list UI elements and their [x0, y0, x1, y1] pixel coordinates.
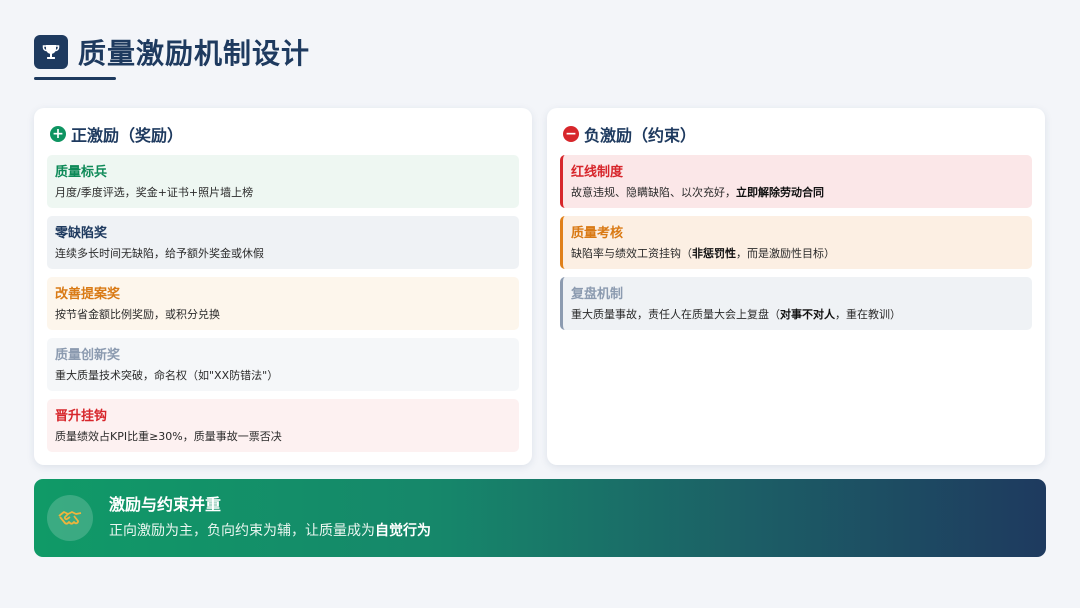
item-title: 晋升挂钩 [55, 409, 108, 424]
item-title: 零缺陷奖 [55, 226, 108, 241]
list-item: 质量创新奖 重大质量技术突破，命名权（如"XX防错法"） [47, 338, 519, 391]
banner-subtitle: 正向激励为主，负向约束为辅，让质量成为自觉行为 [109, 520, 431, 542]
item-desc: 质量绩效占KPI比重≥30%，质量事故一票否决 [55, 430, 282, 443]
item-desc: 故意违规、隐瞒缺陷、以次充好，立即解除劳动合同 [571, 184, 1024, 202]
banner-title: 激励与约束并重 [109, 495, 222, 514]
item-title: 质量考核 [571, 226, 624, 241]
card-header: − 负激励（约束） [563, 123, 1032, 145]
item-title: 质量标兵 [55, 165, 108, 180]
desc-emphasis: 非惩罚性 [692, 247, 736, 260]
negative-incentive-card: − 负激励（约束） 红线制度 故意违规、隐瞒缺陷、以次充好，立即解除劳动合同 质… [547, 108, 1045, 465]
item-desc: 按节省金额比例奖励，或积分兑换 [55, 308, 220, 321]
list-item: 红线制度 故意违规、隐瞒缺陷、以次充好，立即解除劳动合同 [560, 155, 1032, 208]
handshake-icon [47, 495, 93, 541]
item-desc: 重大质量技术突破，命名权（如"XX防错法"） [55, 369, 279, 382]
summary-banner: 激励与约束并重 正向激励为主，负向约束为辅，让质量成为自觉行为 [34, 479, 1046, 557]
list-item: 改善提案奖 按节省金额比例奖励，或积分兑换 [47, 277, 519, 330]
list-item: 晋升挂钩 质量绩效占KPI比重≥30%，质量事故一票否决 [47, 399, 519, 452]
list-item: 零缺陷奖 连续多长时间无缺陷，给予额外奖金或休假 [47, 216, 519, 269]
item-desc: 月度/季度评选，奖金+证书+照片墙上榜 [55, 186, 254, 199]
item-title: 红线制度 [571, 165, 624, 180]
banner-sub-emphasis: 自觉行为 [375, 523, 431, 539]
card-title: 正激励（奖励） [71, 126, 184, 145]
trophy-icon [34, 35, 68, 69]
item-desc: 连续多长时间无缺陷，给予额外奖金或休假 [55, 247, 264, 260]
page-header: 质量激励机制设计 [34, 32, 310, 72]
item-title: 改善提案奖 [55, 287, 121, 302]
desc-text: 缺陷率与绩效工资挂钩（ [571, 247, 692, 260]
minus-circle-icon: − [563, 126, 579, 142]
desc-emphasis: 立即解除劳动合同 [736, 186, 824, 199]
desc-emphasis: 对事不对人 [780, 308, 835, 321]
item-title: 复盘机制 [571, 287, 624, 302]
banner-sub-text: 正向激励为主，负向约束为辅，让质量成为 [109, 523, 375, 539]
list-item: 质量标兵 月度/季度评选，奖金+证书+照片墙上榜 [47, 155, 519, 208]
banner-text: 激励与约束并重 正向激励为主，负向约束为辅，让质量成为自觉行为 [109, 494, 431, 542]
page-title: 质量激励机制设计 [78, 37, 311, 70]
card-header: + 正激励（奖励） [50, 123, 519, 145]
desc-text: ，而是激励性目标） [736, 247, 835, 260]
desc-text: ，重在教训） [835, 308, 901, 321]
item-desc: 重大质量事故，责任人在质量大会上复盘（对事不对人，重在教训） [571, 306, 1024, 324]
desc-text: 重大质量事故，责任人在质量大会上复盘（ [571, 308, 780, 321]
plus-circle-icon: + [50, 126, 66, 142]
title-underline [34, 77, 116, 80]
item-title: 质量创新奖 [55, 348, 121, 363]
list-item: 复盘机制 重大质量事故，责任人在质量大会上复盘（对事不对人，重在教训） [560, 277, 1032, 330]
positive-incentive-card: + 正激励（奖励） 质量标兵 月度/季度评选，奖金+证书+照片墙上榜 零缺陷奖 … [34, 108, 532, 465]
desc-text: 故意违规、隐瞒缺陷、以次充好， [571, 186, 736, 199]
list-item: 质量考核 缺陷率与绩效工资挂钩（非惩罚性，而是激励性目标） [560, 216, 1032, 269]
item-desc: 缺陷率与绩效工资挂钩（非惩罚性，而是激励性目标） [571, 245, 1024, 263]
card-title: 负激励（约束） [584, 126, 697, 145]
